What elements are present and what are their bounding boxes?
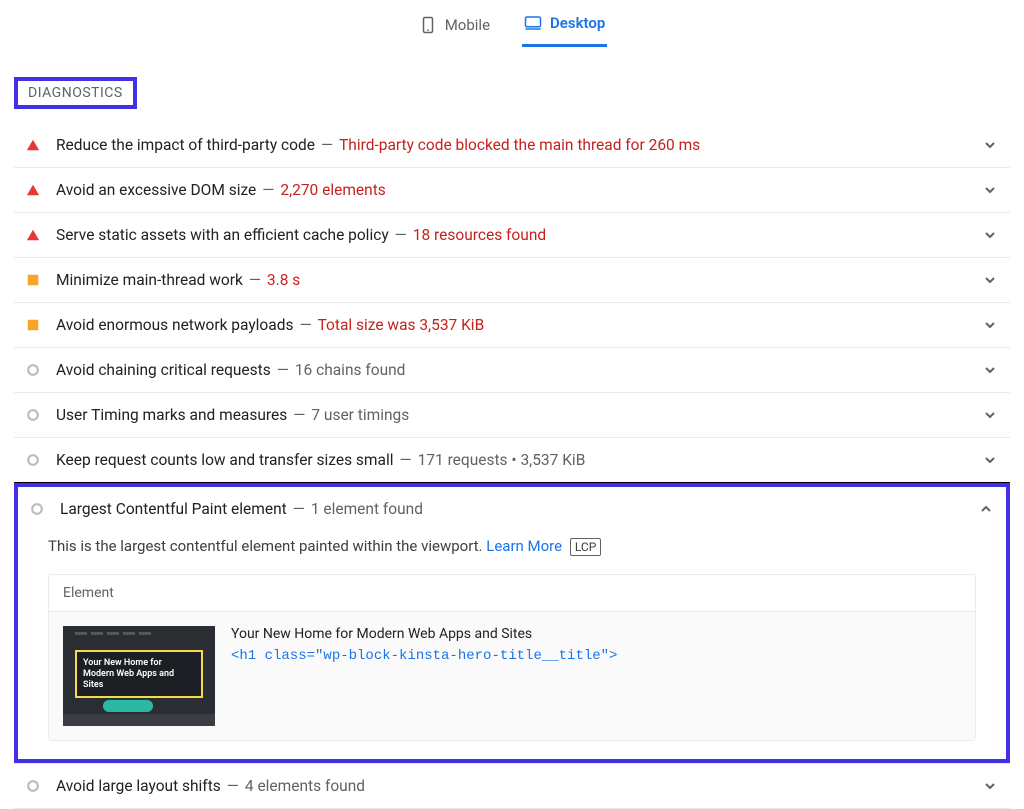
learn-more-link[interactable]: Learn More xyxy=(486,537,562,555)
audit-row[interactable]: Avoid enormous network payloads—Total si… xyxy=(14,303,1010,348)
lcp-highlight-box: Largest Contentful Paint element — 1 ele… xyxy=(14,483,1010,763)
audit-detail: Total size was 3,537 KiB xyxy=(318,316,485,334)
circle-gray-icon xyxy=(26,363,40,377)
audit-title: Serve static assets with an efficient ca… xyxy=(56,226,389,244)
element-info: Your New Home for Modern Web Apps and Si… xyxy=(231,626,617,726)
chevron-down-icon xyxy=(984,229,996,241)
audit-row[interactable]: Reduce the impact of third-party code—Th… xyxy=(14,123,1010,168)
lcp-description-row: This is the largest contentful element p… xyxy=(48,537,976,556)
audit-detail: 171 requests • 3,537 KiB xyxy=(418,451,586,469)
element-code: <h1 class="wp-block-kinsta-hero-title__t… xyxy=(231,648,617,664)
circle-gray-icon xyxy=(26,408,40,422)
element-caption: Your New Home for Modern Web Apps and Si… xyxy=(231,626,617,642)
chevron-down-icon xyxy=(984,409,996,421)
audit-detail: 3.8 s xyxy=(267,271,300,289)
triangle-red-icon xyxy=(26,183,40,197)
audit-list: Reduce the impact of third-party code—Th… xyxy=(14,123,1010,483)
audit-title: Reduce the impact of third-party code xyxy=(56,136,315,154)
element-table-header: Element xyxy=(49,575,975,612)
chevron-up-icon xyxy=(980,503,992,515)
audit-row[interactable]: Avoid large layout shifts — 4 elements f… xyxy=(14,763,1010,809)
section-header-diagnostics: DIAGNOSTICS xyxy=(14,77,137,109)
audit-row[interactable]: User Timing marks and measures—7 user ti… xyxy=(14,393,1010,438)
audit-detail: 1 element found xyxy=(311,500,423,518)
audit-title: Largest Contentful Paint element xyxy=(60,500,287,518)
chevron-down-icon xyxy=(984,454,996,466)
circle-gray-icon xyxy=(26,779,40,793)
audit-detail: 7 user timings xyxy=(311,406,409,424)
square-orange-icon xyxy=(26,318,40,332)
chevron-down-icon xyxy=(984,139,996,151)
audit-detail: 2,270 elements xyxy=(280,181,385,199)
audit-row[interactable]: Avoid chaining critical requests—16 chai… xyxy=(14,348,1010,393)
audit-title: Avoid large layout shifts xyxy=(56,777,221,795)
lcp-description: This is the largest contentful element p… xyxy=(48,537,483,555)
audit-title: Avoid chaining critical requests xyxy=(56,361,271,379)
triangle-red-icon xyxy=(26,138,40,152)
tab-desktop[interactable]: Desktop xyxy=(522,8,607,47)
desktop-icon xyxy=(524,14,542,32)
audit-row[interactable]: Avoid an excessive DOM size—2,270 elemen… xyxy=(14,168,1010,213)
element-table-body: Your New Home for Modern Web Apps and Si… xyxy=(49,612,975,740)
mobile-icon xyxy=(419,16,437,34)
audit-title: Avoid enormous network payloads xyxy=(56,316,293,334)
element-table: Element Your New Home for Modern Web App… xyxy=(48,574,976,741)
square-orange-icon xyxy=(26,273,40,287)
chevron-down-icon xyxy=(984,364,996,376)
chevron-down-icon xyxy=(984,184,996,196)
thumbnail-text: Your New Home for Modern Web Apps and Si… xyxy=(75,650,203,698)
audit-title: User Timing marks and measures xyxy=(56,406,287,424)
chevron-down-icon xyxy=(984,319,996,331)
lcp-body: This is the largest contentful element p… xyxy=(18,531,1006,759)
diagnostics-container: DIAGNOSTICS Reduce the impact of third-p… xyxy=(0,47,1024,809)
audit-row[interactable]: Keep request counts low and transfer siz… xyxy=(14,438,1010,483)
audit-title: Avoid an excessive DOM size xyxy=(56,181,256,199)
lcp-badge: LCP xyxy=(570,538,601,556)
tab-label: Desktop xyxy=(550,14,605,32)
circle-gray-icon xyxy=(26,453,40,467)
element-thumbnail: Your New Home for Modern Web Apps and Si… xyxy=(63,626,215,726)
chevron-down-icon xyxy=(984,780,996,792)
tab-mobile[interactable]: Mobile xyxy=(417,8,492,47)
audit-detail: 4 elements found xyxy=(245,777,365,795)
audit-row[interactable]: Serve static assets with an efficient ca… xyxy=(14,213,1010,258)
audit-row-lcp[interactable]: Largest Contentful Paint element — 1 ele… xyxy=(18,487,1006,531)
audit-row[interactable]: Minimize main-thread work—3.8 s xyxy=(14,258,1010,303)
tab-label: Mobile xyxy=(445,16,490,34)
audit-title: Minimize main-thread work xyxy=(56,271,243,289)
audit-detail: 18 resources found xyxy=(413,226,546,244)
audit-detail: Third-party code blocked the main thread… xyxy=(339,136,700,154)
audit-title: Keep request counts low and transfer siz… xyxy=(56,451,393,469)
chevron-down-icon xyxy=(984,274,996,286)
audit-detail: 16 chains found xyxy=(295,361,406,379)
circle-gray-icon xyxy=(30,502,44,516)
device-tabs: Mobile Desktop xyxy=(0,0,1024,47)
triangle-red-icon xyxy=(26,228,40,242)
